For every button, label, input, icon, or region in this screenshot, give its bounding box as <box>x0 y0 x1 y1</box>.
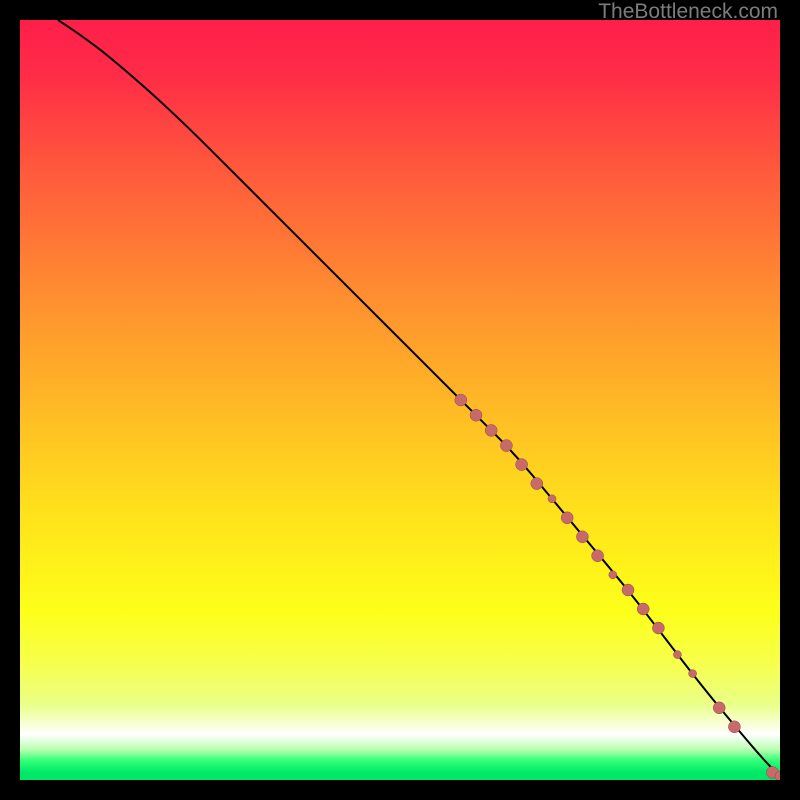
data-marker <box>689 670 697 678</box>
data-marker <box>576 531 588 543</box>
data-marker <box>652 622 664 634</box>
data-marker <box>609 571 617 579</box>
data-marker <box>673 651 681 659</box>
data-marker <box>455 394 467 406</box>
data-marker <box>516 459 528 471</box>
data-marker <box>548 495 556 503</box>
data-marker <box>561 512 573 524</box>
data-marker <box>713 702 725 714</box>
chart-background <box>20 20 780 780</box>
data-marker <box>500 440 512 452</box>
data-marker <box>531 478 543 490</box>
data-marker <box>622 584 634 596</box>
data-marker <box>470 409 482 421</box>
data-marker <box>592 550 604 562</box>
data-marker <box>728 721 740 733</box>
data-marker <box>485 424 497 436</box>
chart-svg <box>20 20 780 780</box>
data-marker <box>637 603 649 615</box>
chart-frame <box>20 20 780 780</box>
